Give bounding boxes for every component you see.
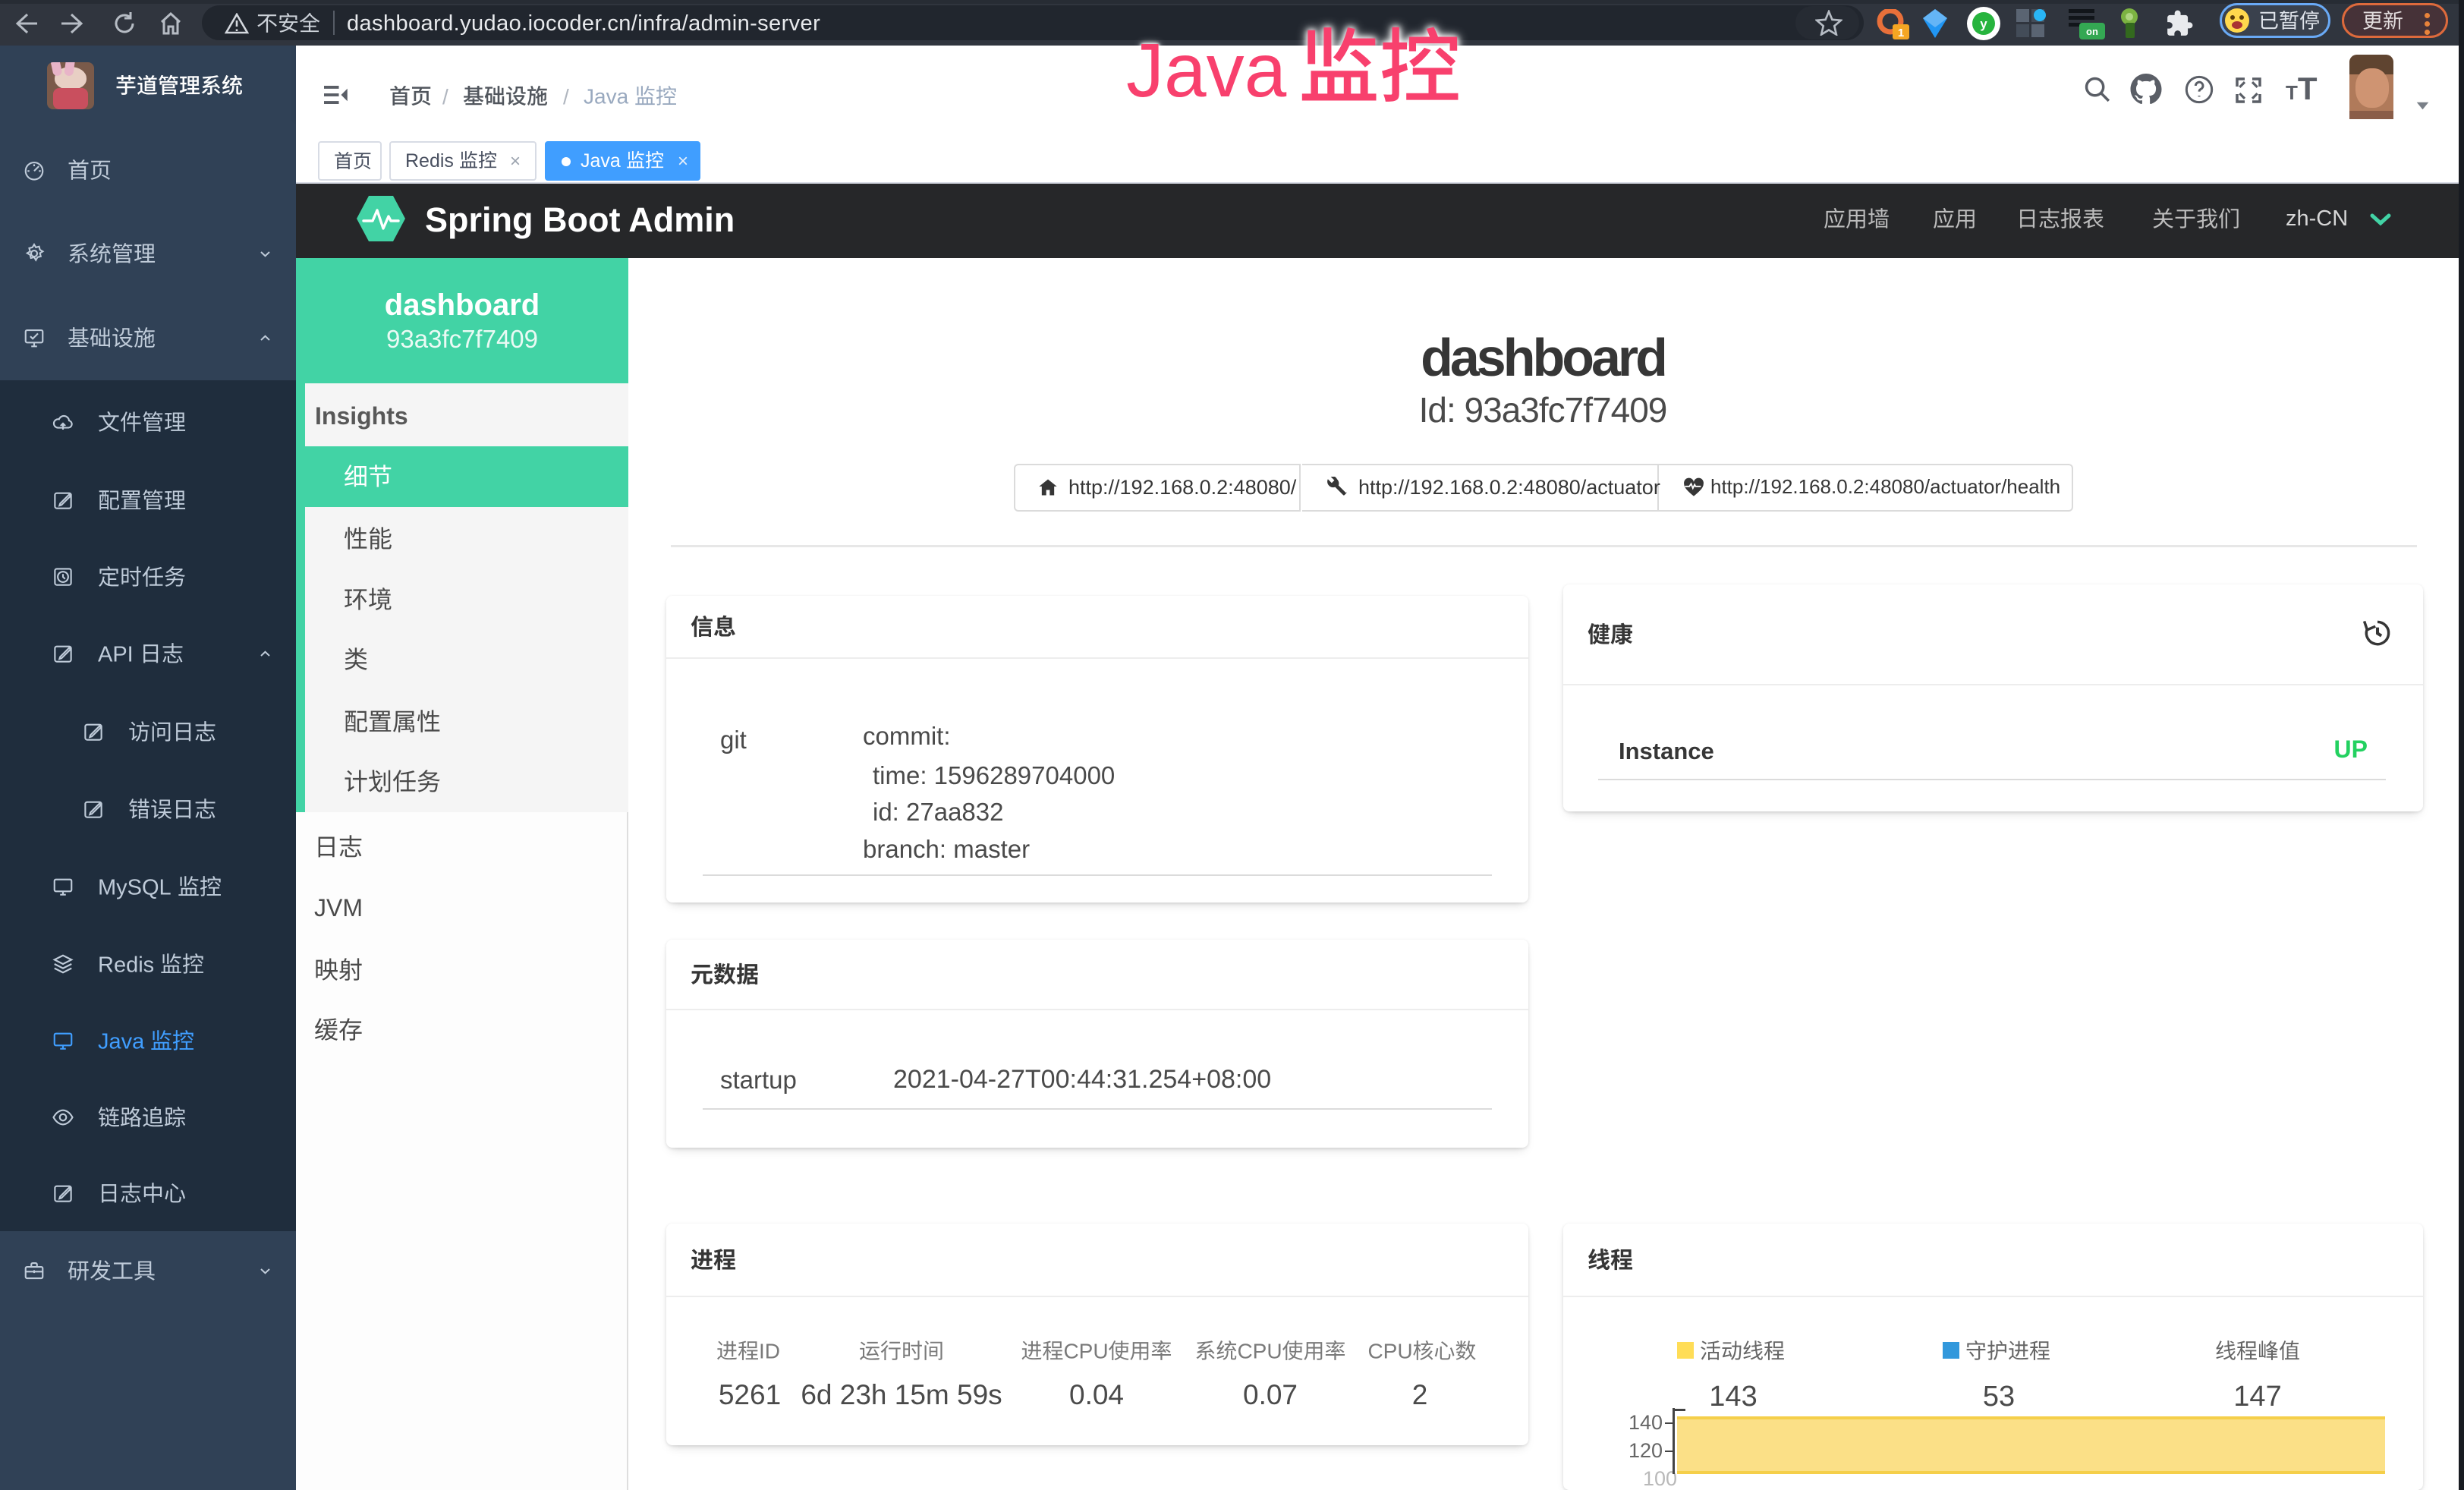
svg-text:on: on	[2086, 26, 2098, 37]
svg-text:1: 1	[1898, 27, 1904, 39]
svg-text:y: y	[1980, 17, 1987, 31]
